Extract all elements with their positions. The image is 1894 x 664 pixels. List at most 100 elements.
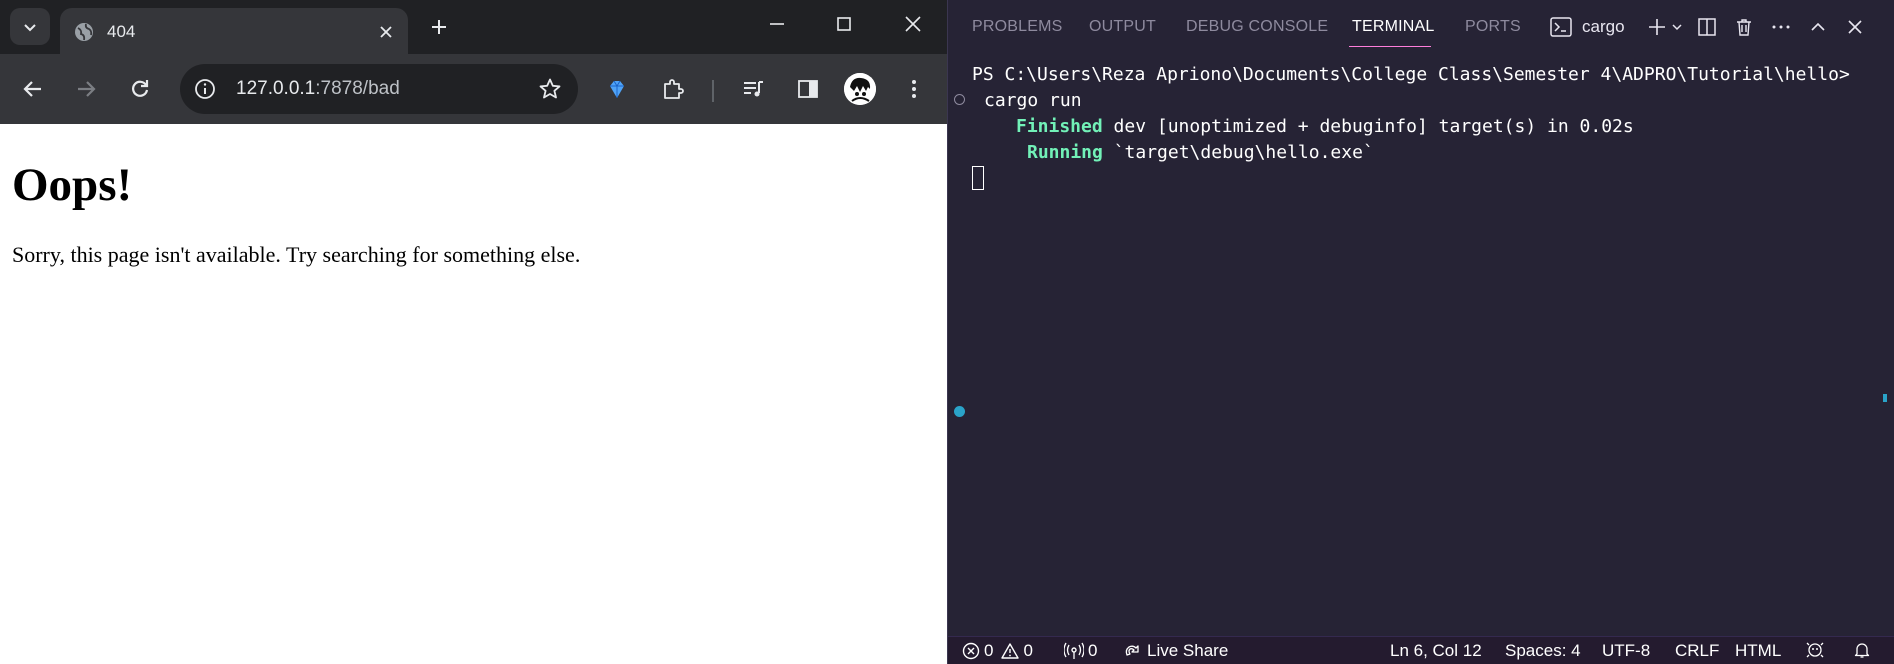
active-tab-indicator [1349,46,1431,47]
arrow-left-icon [23,81,41,97]
new-tab-button[interactable] [424,12,454,42]
live-share-icon [1125,645,1139,656]
minimize-icon [770,23,784,25]
reload-button[interactable] [121,70,159,108]
browser-tab[interactable]: 404 [60,8,408,54]
chevron-up-icon [1811,22,1825,31]
terminal-command: cargo run [984,90,1082,111]
ellipsis-icon [1772,25,1790,29]
encoding-status[interactable]: UTF-8 [1602,641,1650,661]
tab-problems[interactable]: PROBLEMS [972,18,1063,36]
toolbar-divider [712,80,714,102]
close-window-button[interactable] [893,8,933,40]
close-panel-button[interactable] [1842,14,1868,40]
terminal-shell-button[interactable] [1548,14,1574,40]
url-path: :7878/bad [315,78,400,99]
terminal-line-running: Running `target\debug\hello.exe` [1027,142,1374,163]
side-panel-button[interactable] [789,70,827,108]
bell-icon [1854,643,1870,658]
maximize-icon [837,17,851,31]
tab-debug-console[interactable]: DEBUG CONSOLE [1186,18,1328,36]
close-icon [1848,20,1862,34]
kebab-menu-icon [912,80,916,98]
browser-menu-button[interactable] [895,70,933,108]
close-icon [380,26,392,38]
web-page-content: Oops! Sorry, this page isn't available. … [0,124,947,664]
tab-terminal[interactable]: TERMINAL [1352,18,1435,36]
queue-music-icon [744,81,763,97]
scrollbar-marker[interactable] [1883,394,1887,402]
problems-status[interactable]: 0 0 [962,641,1033,661]
notifications-button[interactable] [1853,641,1871,659]
panel-tab-bar: PROBLEMS OUTPUT DEBUG CONSOLE TERMINAL P… [948,0,1894,52]
extension-gem-button[interactable] [598,70,636,108]
running-detail: `target\debug\hello.exe` [1102,142,1374,163]
maximize-panel-button[interactable] [1805,14,1831,40]
tab-output[interactable]: OUTPUT [1089,18,1156,36]
cursor-position[interactable]: Ln 6, Col 12 [1390,641,1482,661]
terminal-cursor [972,166,984,190]
tab-strip: 404 [0,0,947,54]
terminal-output[interactable]: PS C:\Users\Reza Apriono\Documents\Colle… [948,58,1894,628]
broadcast-icon [1064,642,1084,659]
kill-terminal-button[interactable] [1731,14,1757,40]
terminal-prompt: PS C:\Users\Reza Apriono\Documents\Colle… [972,64,1850,85]
bookmark-button[interactable] [536,75,564,103]
minimize-button[interactable] [757,8,797,40]
language-mode[interactable]: HTML [1735,641,1781,661]
copilot-status[interactable] [1805,641,1825,659]
warning-icon [1001,643,1020,659]
media-control-button[interactable] [734,70,772,108]
ports-count: 0 [1088,641,1098,660]
globe-icon [75,23,93,41]
page-message: Sorry, this page isn't available. Try se… [12,242,581,267]
new-terminal-button[interactable] [1645,14,1669,40]
close-tab-button[interactable] [374,20,398,44]
split-terminal-button[interactable] [1694,14,1720,40]
url-text: 127.0.0.1:7878/bad [236,78,400,100]
star-icon [539,78,561,99]
close-icon [905,16,921,32]
browser-window: 404 127.0.0.1:7878/bad Oops! Sorry, this… [0,0,947,664]
address-bar[interactable]: 127.0.0.1:7878/bad [180,64,578,114]
url-host: 127.0.0.1 [236,78,316,99]
feedback-icon [1806,642,1824,658]
back-button[interactable] [14,70,52,108]
vscode-panel: PROBLEMS OUTPUT DEBUG CONSOLE TERMINAL P… [947,0,1894,664]
live-share-status[interactable]: Live Share [1123,641,1228,661]
extensions-button[interactable] [654,70,692,108]
ports-status[interactable]: 0 [1064,641,1097,661]
gem-icon [610,80,624,98]
warning-count: 0 [1023,641,1033,660]
plus-icon [432,20,446,34]
finished-detail: dev [unoptimized + debuginfo] target(s) … [1102,116,1634,137]
command-decoration-icon[interactable] [954,94,965,105]
maximize-button[interactable] [824,8,864,40]
terminal-marker-dot [954,406,965,417]
running-keyword: Running [1027,142,1103,163]
profile-picture-icon [844,73,876,105]
forward-button[interactable] [67,70,105,108]
page-heading: Oops! [12,159,133,211]
indentation-status[interactable]: Spaces: 4 [1505,641,1581,661]
profile-avatar[interactable] [844,73,876,105]
error-count: 0 [984,641,994,660]
terminal-name[interactable]: cargo [1582,17,1625,37]
terminal-icon [1550,17,1572,37]
side-panel-icon [798,80,818,98]
eol-status[interactable]: CRLF [1675,641,1719,661]
finished-keyword: Finished [1016,116,1103,137]
terminal-dropdown-button[interactable] [1669,14,1685,40]
tab-title: 404 [107,22,136,41]
tab-search-button[interactable] [10,8,50,45]
more-actions-button[interactable] [1768,14,1794,40]
puzzle-icon [664,79,684,99]
tab-ports[interactable]: PORTS [1465,18,1521,36]
browser-toolbar: 127.0.0.1:7878/bad [0,54,947,124]
error-icon [962,642,980,660]
chevron-down-icon [24,23,36,31]
site-info-button[interactable] [192,76,218,102]
split-icon [1698,18,1716,36]
terminal-line-finished: Finished dev [unoptimized + debuginfo] t… [1016,116,1634,137]
live-share-label: Live Share [1147,641,1229,660]
